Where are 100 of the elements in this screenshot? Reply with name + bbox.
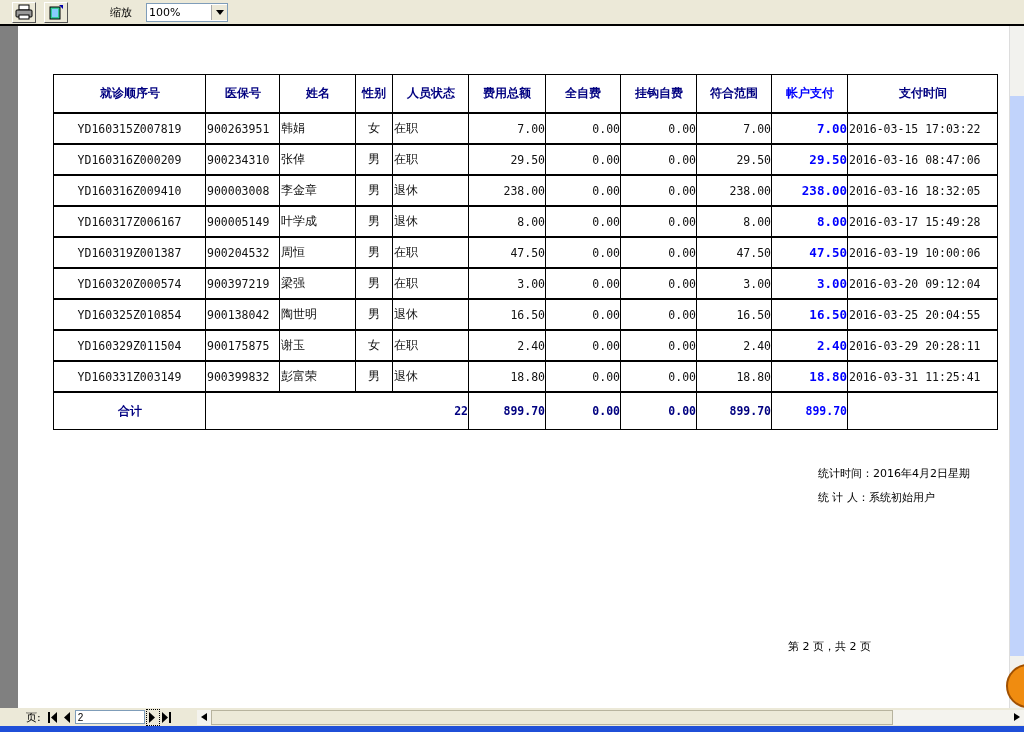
- table-cell: 8.00: [468, 206, 546, 237]
- table-cell: 女: [355, 330, 393, 361]
- table-cell: 2.40: [696, 330, 772, 361]
- table-cell: 男: [355, 299, 393, 330]
- table-cell: 0.00: [545, 144, 621, 175]
- table-cell: 0.00: [620, 206, 697, 237]
- zoom-label: 缩放: [110, 4, 132, 20]
- column-header: 全自费: [545, 74, 621, 113]
- vertical-scrollbar[interactable]: [1009, 26, 1024, 708]
- horizontal-scrollbar[interactable]: [196, 709, 1024, 725]
- table-cell: 在职: [392, 268, 469, 299]
- table-cell: 男: [355, 237, 393, 268]
- table-cell: 18.80: [771, 361, 848, 392]
- column-header: 费用总额: [468, 74, 546, 113]
- table-cell: 29.50: [696, 144, 772, 175]
- table-cell: 47.50: [696, 237, 772, 268]
- total-count: 22: [205, 392, 469, 430]
- table-cell: 在职: [392, 237, 469, 268]
- table-cell: 2016-03-16 18:32:05: [847, 175, 998, 206]
- next-icon: [149, 711, 157, 723]
- total-cell: 0.00: [620, 392, 697, 430]
- table-cell: 0.00: [545, 330, 621, 361]
- total-label: 合计: [53, 392, 206, 430]
- table-cell: 900003008: [205, 175, 280, 206]
- table-cell: 0.00: [545, 299, 621, 330]
- table-cell: YD160329Z011504: [53, 330, 206, 361]
- zoom-select[interactable]: 100%: [146, 2, 228, 22]
- table-cell: 900399832: [205, 361, 280, 392]
- table-cell: 900234310: [205, 144, 280, 175]
- table-cell: YD160316Z009410: [53, 175, 206, 206]
- table-cell: 2016-03-31 11:25:41: [847, 361, 998, 392]
- table-cell: 7.00: [771, 113, 848, 144]
- table-cell: 李金章: [279, 175, 356, 206]
- table-cell: 3.00: [468, 268, 546, 299]
- table-cell: 在职: [392, 330, 469, 361]
- table-cell: 8.00: [771, 206, 848, 237]
- document-icon: [48, 4, 64, 20]
- table-cell: 0.00: [620, 330, 697, 361]
- table-cell: 0.00: [545, 206, 621, 237]
- table-cell: 7.00: [696, 113, 772, 144]
- table-cell: 男: [355, 206, 393, 237]
- table-cell: 2016-03-17 15:49:28: [847, 206, 998, 237]
- export-button[interactable]: [44, 1, 68, 23]
- table-cell: 0.00: [620, 237, 697, 268]
- table-cell: 2.40: [468, 330, 546, 361]
- total-cell: 899.70: [468, 392, 546, 430]
- table-cell: 900204532: [205, 237, 280, 268]
- table-cell: 16.50: [468, 299, 546, 330]
- table-cell: 47.50: [468, 237, 546, 268]
- table-cell: 0.00: [545, 268, 621, 299]
- table-cell: 彭富荣: [279, 361, 356, 392]
- table-cell: 238.00: [696, 175, 772, 206]
- table-cell: 3.00: [696, 268, 772, 299]
- table-cell: YD160325Z010854: [53, 299, 206, 330]
- table-cell: 18.80: [696, 361, 772, 392]
- table-cell: 0.00: [545, 361, 621, 392]
- table-cell: 16.50: [771, 299, 848, 330]
- table-cell: 0.00: [620, 144, 697, 175]
- table-cell: 2.40: [771, 330, 848, 361]
- column-header: 医保号: [205, 74, 280, 113]
- page-label: 页:: [26, 709, 41, 725]
- table-cell: 周恒: [279, 237, 356, 268]
- table-cell: 7.00: [468, 113, 546, 144]
- table-cell: 900397219: [205, 268, 280, 299]
- table-cell: YD160319Z001387: [53, 237, 206, 268]
- table-cell: 女: [355, 113, 393, 144]
- table-cell: 2016-03-15 17:03:22: [847, 113, 998, 144]
- table-cell: 0.00: [620, 175, 697, 206]
- table-cell: 男: [355, 268, 393, 299]
- first-icon: [48, 711, 58, 723]
- column-header: 性别: [355, 74, 393, 113]
- table-cell: 退休: [392, 299, 469, 330]
- total-cell: 0.00: [545, 392, 621, 430]
- table-cell: 韩娟: [279, 113, 356, 144]
- table-cell: 退休: [392, 206, 469, 237]
- column-header: 人员状态: [392, 74, 469, 113]
- table-cell: 900175875: [205, 330, 280, 361]
- next-page-button[interactable]: [146, 709, 159, 725]
- table-cell: YD160316Z000209: [53, 144, 206, 175]
- table-cell: 2016-03-19 10:00:06: [847, 237, 998, 268]
- table-cell: 2016-03-16 08:47:06: [847, 144, 998, 175]
- table-cell: 0.00: [620, 268, 697, 299]
- previous-icon: [63, 711, 71, 723]
- page-number: 第 2 页，共 2 页: [788, 640, 871, 653]
- first-page-button[interactable]: [46, 709, 59, 725]
- table-cell: YD160317Z006167: [53, 206, 206, 237]
- table-cell: 男: [355, 144, 393, 175]
- statistics-time: 统计时间：2016年4月2日星期: [818, 466, 971, 481]
- column-header: 挂钩自费: [620, 74, 697, 113]
- table-cell: YD160320Z000574: [53, 268, 206, 299]
- column-header: 帐户支付: [771, 74, 848, 113]
- column-header: 符合范围: [696, 74, 772, 113]
- table-cell: 238.00: [468, 175, 546, 206]
- last-page-button[interactable]: [160, 709, 173, 725]
- column-header: 支付时间: [847, 74, 998, 113]
- table-cell: 0.00: [545, 113, 621, 144]
- table-cell: 退休: [392, 361, 469, 392]
- page-input[interactable]: 2: [74, 710, 145, 724]
- table-cell: 在职: [392, 113, 469, 144]
- print-button[interactable]: [12, 1, 36, 23]
